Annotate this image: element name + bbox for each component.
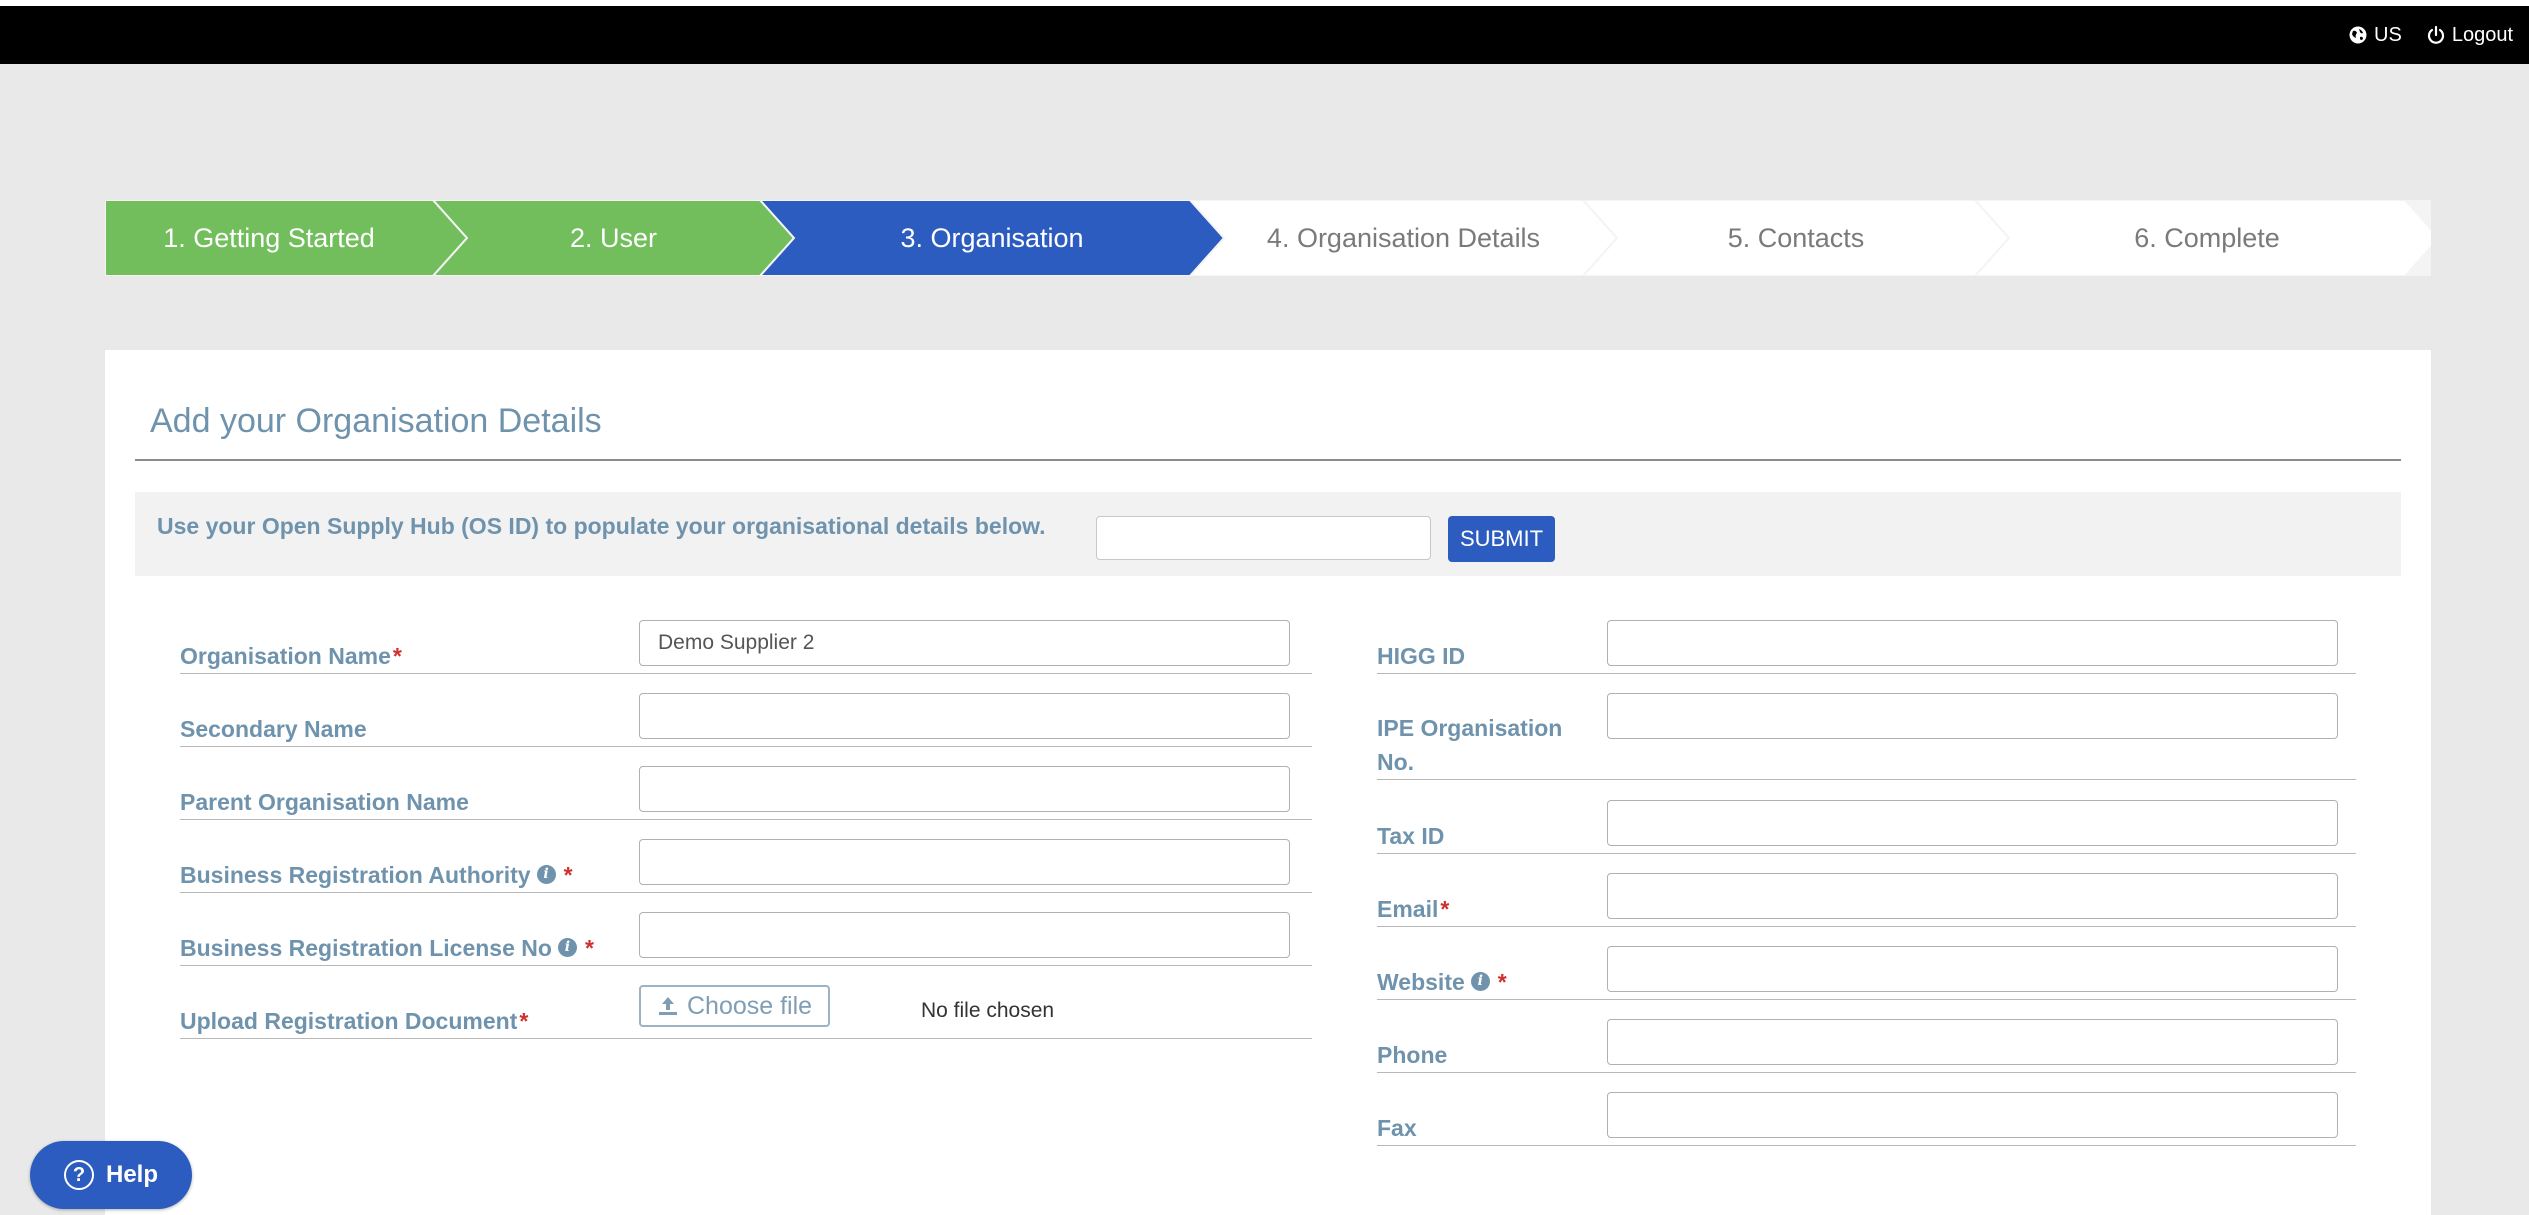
help-button[interactable]: ? Help bbox=[30, 1141, 192, 1209]
field-label: Business Registration Authority i * bbox=[180, 858, 640, 892]
wizard-step-3[interactable]: 3. Organisation bbox=[794, 200, 1190, 276]
form-row: Tax ID bbox=[1377, 800, 2356, 854]
field-input[interactable] bbox=[1607, 873, 2338, 919]
field-label: Tax ID bbox=[1377, 819, 1587, 853]
field-input[interactable] bbox=[1607, 620, 2338, 666]
os-id-input[interactable] bbox=[1096, 516, 1431, 560]
wizard-step-6[interactable]: 6. Complete bbox=[2009, 200, 2405, 276]
required-marker: * bbox=[1440, 896, 1450, 922]
form-row: Business Registration License No i * bbox=[180, 912, 1312, 966]
field-label: Upload Registration Document* bbox=[180, 1004, 528, 1038]
field-label-text: Business Registration License No bbox=[180, 935, 552, 961]
form-row: Phone bbox=[1377, 1019, 2356, 1073]
required-marker: * bbox=[1497, 969, 1507, 995]
field-label: IPE Organisation No. bbox=[1377, 711, 1587, 779]
question-icon: ? bbox=[63, 1160, 94, 1190]
field-label: Parent Organisation Name bbox=[180, 785, 640, 819]
field-label-text: Email bbox=[1377, 896, 1439, 922]
globe-icon bbox=[2349, 26, 2367, 44]
field-input[interactable] bbox=[1607, 800, 2338, 846]
field-label-text: Secondary Name bbox=[180, 716, 367, 742]
field-label-text: Website bbox=[1377, 969, 1465, 995]
form-row: Organisation Name* bbox=[180, 620, 1312, 674]
logout-link[interactable]: Logout bbox=[2426, 24, 2513, 47]
power-icon bbox=[2427, 25, 2444, 44]
os-id-submit-button[interactable]: SUBMIT bbox=[1448, 516, 1555, 562]
form-row: Business Registration Authority i * bbox=[180, 839, 1312, 893]
choose-file-label: Choose file bbox=[687, 991, 813, 1020]
field-input[interactable] bbox=[1607, 1019, 2338, 1065]
wizard-step-1[interactable]: 1. Getting Started bbox=[105, 200, 433, 276]
field-input[interactable] bbox=[639, 620, 1290, 666]
form-row: Website i * bbox=[1377, 946, 2356, 1000]
field-label: Website i * bbox=[1377, 965, 1587, 999]
upload-label: Upload Registration Document bbox=[180, 1008, 518, 1034]
field-input[interactable] bbox=[1607, 946, 2338, 992]
field-label-text: IPE Organisation No. bbox=[1377, 715, 1563, 775]
field-label: Business Registration License No i * bbox=[180, 931, 640, 965]
upload-row: Upload Registration Document* Choose file… bbox=[180, 985, 1312, 1039]
field-label: Email* bbox=[1377, 892, 1587, 926]
field-label: Organisation Name* bbox=[180, 639, 640, 673]
field-input[interactable] bbox=[639, 839, 1290, 885]
field-label-text: Fax bbox=[1377, 1115, 1417, 1141]
form-row: Email* bbox=[1377, 873, 2356, 927]
info-icon[interactable]: i bbox=[536, 865, 556, 885]
locale-label: US bbox=[2374, 23, 2402, 46]
top-bar: US Logout bbox=[0, 6, 2529, 64]
choose-file-button[interactable]: Choose file bbox=[639, 985, 831, 1027]
upload-icon bbox=[659, 997, 677, 1015]
required-marker: * bbox=[563, 862, 573, 888]
file-status: No file chosen bbox=[921, 999, 1055, 1022]
title-divider bbox=[135, 459, 2401, 461]
required-marker: * bbox=[519, 1008, 529, 1034]
field-label-text: Organisation Name bbox=[180, 643, 391, 669]
field-input[interactable] bbox=[639, 693, 1290, 739]
wizard-progress: 1. Getting Started 2. User 3. Organisation… bbox=[105, 200, 2431, 276]
help-label: Help bbox=[105, 1161, 158, 1188]
wizard-step-5[interactable]: 5. Contacts bbox=[1617, 200, 1975, 276]
field-input[interactable] bbox=[1607, 1092, 2338, 1138]
required-marker: * bbox=[392, 643, 402, 669]
form-row: Parent Organisation Name bbox=[180, 766, 1312, 820]
required-marker: * bbox=[584, 935, 594, 961]
field-label-text: HIGG ID bbox=[1377, 643, 1466, 669]
field-label-text: Parent Organisation Name bbox=[180, 789, 469, 815]
field-label: Fax bbox=[1377, 1111, 1587, 1145]
organisation-details-card: Add your Organisation Details Use your O… bbox=[105, 350, 2431, 1215]
field-label: Phone bbox=[1377, 1038, 1587, 1072]
field-label: Secondary Name bbox=[180, 712, 640, 746]
info-icon[interactable]: i bbox=[557, 938, 577, 958]
field-label-text: Phone bbox=[1377, 1042, 1448, 1068]
field-label: HIGG ID bbox=[1377, 639, 1587, 673]
form-row: Secondary Name bbox=[180, 693, 1312, 747]
wizard-step-2[interactable]: 2. User bbox=[467, 200, 760, 276]
field-label-text: Tax ID bbox=[1377, 823, 1445, 849]
form-row: HIGG ID bbox=[1377, 620, 2356, 674]
field-input[interactable] bbox=[1607, 693, 2338, 739]
os-id-label: Use your Open Supply Hub (OS ID) to popu… bbox=[157, 512, 1046, 539]
locale-selector[interactable]: US bbox=[2348, 24, 2402, 47]
page-title: Add your Organisation Details bbox=[150, 402, 602, 440]
form-row: Fax bbox=[1377, 1092, 2356, 1146]
info-icon[interactable]: i bbox=[1470, 972, 1490, 992]
os-id-band: Use your Open Supply Hub (OS ID) to popu… bbox=[135, 492, 2401, 576]
wizard-step-4[interactable]: 4. Organisation Details bbox=[1224, 200, 1583, 276]
logout-label: Logout bbox=[2451, 23, 2513, 46]
field-input[interactable] bbox=[639, 766, 1290, 812]
form-row: IPE Organisation No. bbox=[1377, 693, 2356, 780]
field-input[interactable] bbox=[639, 912, 1290, 958]
field-label-text: Business Registration Authority bbox=[180, 862, 531, 888]
